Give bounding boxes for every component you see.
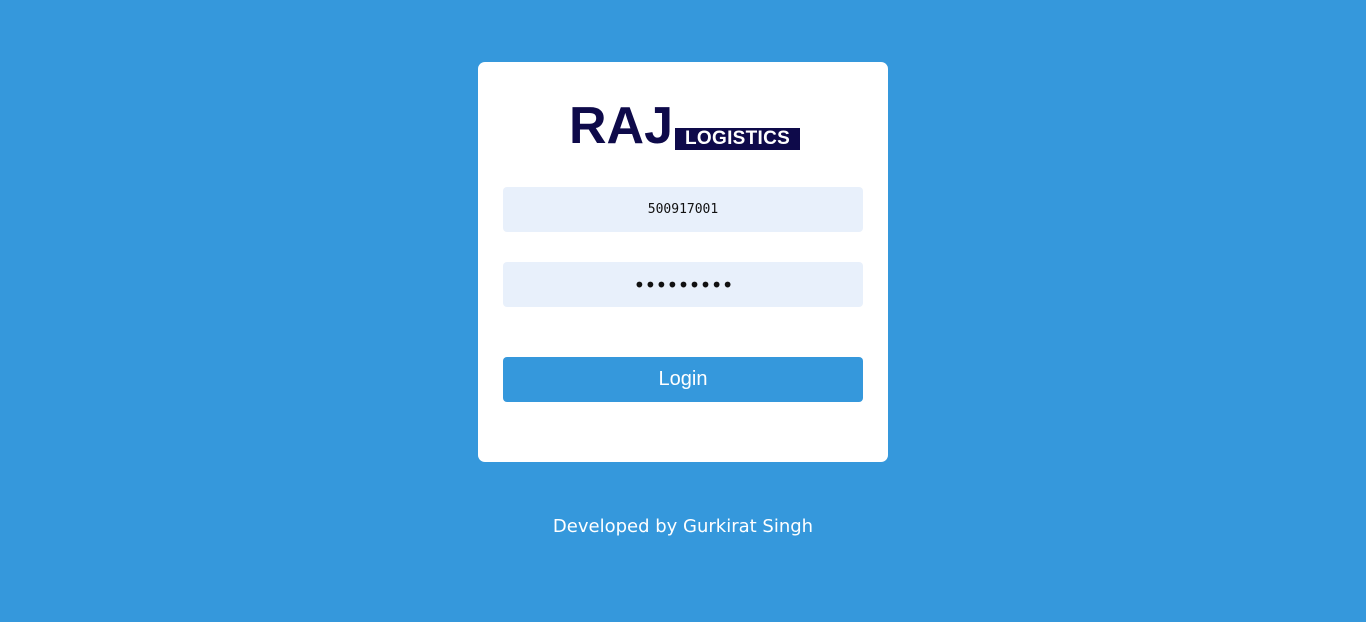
login-page: RAJ LOGISTICS Login Developed by Gurkira… xyxy=(0,0,1366,622)
login-card: RAJ LOGISTICS Login xyxy=(478,62,888,462)
brand-name: RAJ xyxy=(569,97,674,155)
footer-credit: Developed by Gurkirat Singh xyxy=(552,516,814,537)
brand-tagline: LOGISTICS xyxy=(675,128,801,150)
brand-logo: RAJ LOGISTICS xyxy=(569,97,801,155)
password-input[interactable] xyxy=(503,262,863,307)
username-input[interactable] xyxy=(503,187,863,232)
login-button[interactable]: Login xyxy=(503,357,863,402)
